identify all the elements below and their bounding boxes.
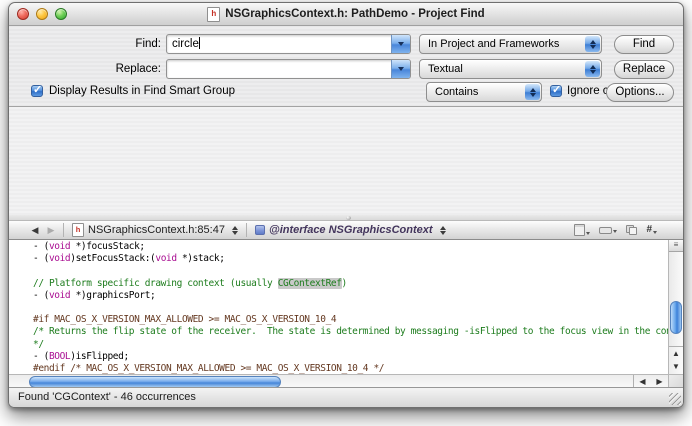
status-message: Found 'CGContext' - 46 occurrences <box>18 391 196 403</box>
chevron-down-icon <box>613 230 617 233</box>
code-editor: - (void *)focusStack;- (void)setFocusSta… <box>9 240 683 389</box>
divider <box>246 223 247 237</box>
chevron-down-icon <box>398 67 404 71</box>
code-lines[interactable]: - (void *)focusStack;- (void)setFocusSta… <box>9 240 668 374</box>
display-results-label[interactable]: Display Results in Find Smart Group <box>49 84 235 98</box>
find-history-dropdown[interactable] <box>391 35 410 53</box>
search-type-popup[interactable]: Textual <box>419 59 602 79</box>
search-results-list[interactable] <box>9 106 683 216</box>
popup-stepper-icon <box>525 84 540 100</box>
match-popup-value: Contains <box>435 86 478 98</box>
symbol-popup[interactable]: @interface NSGraphicsContext <box>251 221 450 239</box>
find-label: Find: <box>69 34 161 54</box>
find-input[interactable]: circle <box>166 34 411 54</box>
replace-label: Replace: <box>69 59 161 79</box>
scope-popup[interactable]: In Project and Frameworks <box>419 34 602 54</box>
counterpart-button[interactable] <box>626 225 637 235</box>
text-caret <box>199 37 200 49</box>
match-popup[interactable]: Contains <box>426 82 542 102</box>
hash-icon: # <box>646 225 652 235</box>
bookmark-icon <box>574 224 585 236</box>
status-bar: Found 'CGContext' - 46 occurrences <box>9 387 683 407</box>
symbol-icon <box>255 225 265 235</box>
chevron-down-icon <box>398 42 404 46</box>
popup-stepper-icon <box>585 61 600 77</box>
ignore-case-checkbox[interactable] <box>550 85 562 97</box>
title-bar[interactable]: h NSGraphicsContext.h: PathDemo - Projec… <box>9 3 683 26</box>
scope-popup-value: In Project and Frameworks <box>428 38 559 50</box>
file-history-popup[interactable]: h NSGraphicsContext.h:85:47 <box>68 221 242 239</box>
project-find-window: h NSGraphicsContext.h: PathDemo - Projec… <box>8 2 684 408</box>
line-number-menu-button[interactable]: # <box>646 225 657 235</box>
vertical-scrollbar[interactable]: ≡ ▲ ▼ <box>668 240 683 374</box>
bookmarks-menu-button[interactable] <box>574 224 590 236</box>
divider <box>63 223 64 237</box>
display-results-checkbox[interactable] <box>31 85 43 97</box>
header-file-icon: h <box>72 223 84 237</box>
resize-grip-icon[interactable] <box>669 393 681 405</box>
find-button[interactable]: Find <box>614 35 674 54</box>
editor-nav-bar: ◀ ▶ h NSGraphicsContext.h:85:47 @interfa… <box>9 220 683 240</box>
find-input-value: circle <box>172 38 199 50</box>
breakpoint-icon <box>599 227 612 234</box>
options-button[interactable]: Options... <box>606 83 674 102</box>
nav-back-button[interactable]: ◀ <box>27 225 43 236</box>
vertical-scroll-thumb[interactable] <box>670 301 682 334</box>
header-file-icon: h <box>207 7 220 22</box>
split-editor-button[interactable]: ≡ <box>669 240 683 252</box>
vertical-scroll-arrows: ▲ ▼ <box>669 346 683 374</box>
popup-stepper-icon <box>585 36 600 52</box>
replace-input[interactable] <box>166 59 411 79</box>
symbol-popup-label: @interface NSGraphicsContext <box>269 224 433 236</box>
stepper-icon <box>440 226 446 235</box>
chevron-down-icon <box>653 231 657 234</box>
window-title: NSGraphicsContext.h: PathDemo - Project … <box>225 8 484 20</box>
scroll-down-button[interactable]: ▼ <box>669 360 683 373</box>
screenshot-stage: h NSGraphicsContext.h: PathDemo - Projec… <box>0 0 692 426</box>
stepper-icon <box>232 226 238 235</box>
file-popup-label: NSGraphicsContext.h:85:47 <box>88 224 225 236</box>
nav-forward-button[interactable]: ▶ <box>43 225 59 236</box>
replace-button[interactable]: Replace <box>614 60 674 79</box>
scroll-up-button[interactable]: ▲ <box>669 347 683 360</box>
chevron-down-icon <box>586 232 590 235</box>
replace-history-dropdown[interactable] <box>391 60 410 78</box>
breakpoints-menu-button[interactable] <box>599 227 617 234</box>
search-type-popup-value: Textual <box>428 63 463 75</box>
counterpart-icon <box>626 225 637 235</box>
